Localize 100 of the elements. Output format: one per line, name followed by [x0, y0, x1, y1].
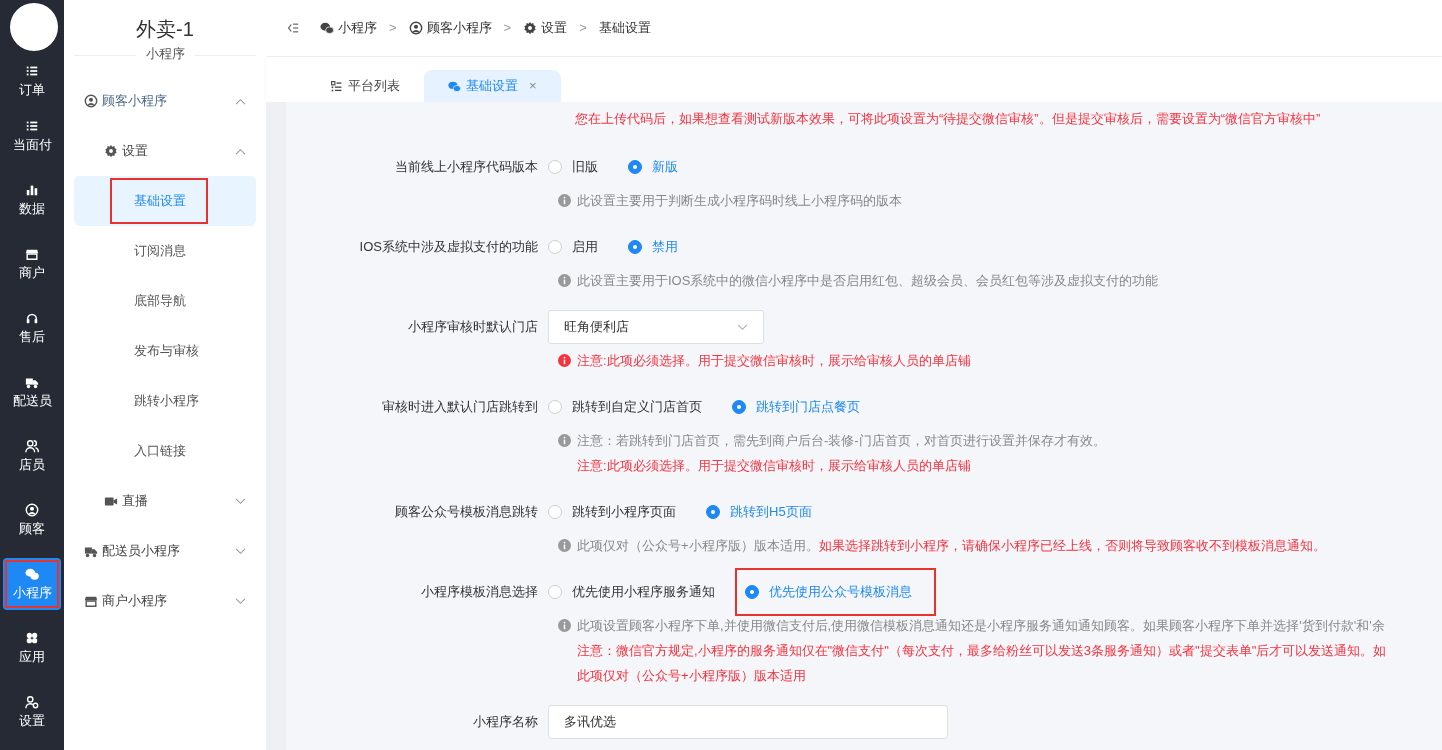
sidebar-item[interactable]: 小程序 [3, 558, 61, 610]
error-icon [558, 354, 571, 367]
radio-option[interactable]: 旧版 [548, 157, 598, 177]
sidebar-label: 售后 [19, 329, 45, 345]
sidebar-item[interactable]: 当面付 [3, 104, 61, 168]
people-icon [25, 439, 39, 453]
sidebar-label: 当面付 [12, 137, 52, 153]
sidebar-item[interactable]: 售后 [3, 296, 61, 360]
menu-group[interactable]: 顾客小程序 [74, 76, 256, 126]
notice-text: 您在上传代码后，如果想查看测试新版本效果，可将此项设置为“待提交微信审核”。但是提交审核后，需要设置为“微信官方审核中” [574, 110, 1322, 128]
tab[interactable]: 平台列表 [306, 70, 424, 102]
field-label: 当前线上小程序代码版本 [394, 158, 539, 177]
radio-option[interactable]: 启用 [548, 237, 598, 257]
menu-group[interactable]: 配送员小程序 [74, 526, 256, 576]
breadcrumb-item[interactable]: 小程序 [320, 18, 377, 38]
submenu-group-label: 直播 [122, 492, 148, 511]
field-label: 顾客公众号模板消息跳转 [394, 503, 539, 522]
sidebar-label: 订单 [19, 82, 45, 98]
breadcrumb-item[interactable]: 设置 [523, 18, 568, 38]
radio-button[interactable] [548, 400, 562, 414]
breadcrumb-item[interactable]: 顾客小程序 [408, 18, 492, 38]
info-icon [558, 274, 571, 287]
headset-icon [25, 311, 39, 325]
radio-button[interactable] [732, 400, 746, 414]
sidebar-item[interactable]: 应用 [3, 616, 61, 680]
sidebar-item[interactable]: 数据 [3, 168, 61, 232]
list-icon [25, 119, 39, 133]
app-title: 外卖-1 [135, 17, 195, 42]
menu-item[interactable]: 订阅消息 [74, 226, 256, 276]
menu-group-label: 配送员小程序 [102, 542, 180, 561]
info-icon [558, 539, 571, 552]
settings-icon [104, 144, 118, 158]
list-icon [25, 64, 39, 78]
chevron-down-icon [737, 323, 748, 331]
breadcrumb-item[interactable]: 基础设置 [598, 18, 651, 38]
user-circle-icon [25, 503, 39, 517]
menu-group-label: 顾客小程序 [102, 92, 167, 111]
sidebar-label: 店员 [19, 457, 45, 473]
hint-text: 注意：若跳转到门店首页，需先到商户后台-装修-门店首页，对首页进行设置并保存才有效。 [577, 432, 1106, 450]
radio-button[interactable] [548, 240, 562, 254]
sidebar-item[interactable]: 设置 [3, 680, 61, 744]
list-icon [330, 79, 343, 93]
submenu-group[interactable]: 直播 [74, 476, 256, 526]
avatar [10, 3, 58, 51]
sidebar-label: 顾客 [19, 521, 45, 537]
chat-bubbles-icon [25, 567, 39, 581]
field-label: IOS系统中涉及虚拟支付的功能 [358, 238, 539, 257]
menu-item[interactable]: 底部导航 [74, 276, 256, 326]
name-input-field[interactable]: 多讯优选 [548, 705, 948, 739]
submenu-group-label: 设置 [122, 142, 148, 161]
radio-button[interactable] [548, 160, 562, 174]
info-icon [558, 194, 571, 207]
radio-button[interactable] [548, 585, 562, 599]
sidebar-item[interactable]: 订单 [3, 52, 61, 104]
user-circle-icon [84, 94, 98, 108]
radio-button[interactable] [628, 160, 642, 174]
menu-group[interactable]: 商户小程序 [74, 576, 256, 626]
tab-label: 基础设置 [466, 77, 518, 96]
radio-button[interactable] [706, 505, 720, 519]
radio-option[interactable]: 优先使用小程序服务通知 [548, 582, 715, 602]
hint-text: 注意：微信官方规定,小程序的服务通知仅在"微信支付"（每次支付，最多给粉丝可以发送3条服务通知）或者"提交表单"后才可以发送通知。如 [577, 642, 1387, 660]
menu-item[interactable]: 入口链接 [74, 426, 256, 476]
field-label: 小程序模板消息选择 [420, 583, 539, 602]
field-label: 审核时进入默认门店跳转到 [381, 398, 539, 417]
radio-option[interactable]: 跳转到小程序页面 [548, 502, 676, 522]
sidebar-item[interactable]: 商户 [3, 232, 61, 296]
shop-icon [25, 247, 39, 261]
hint-text: 此设置主要用于IOS系统中的微信小程序中是否启用红包、超级会员、会员红包等涉及虚拟支付的功能 [577, 272, 1159, 290]
sidebar-label: 商户 [19, 265, 45, 281]
user-gear-icon [25, 695, 39, 709]
hint-text: 此设置主要用于判断生成小程序码时线上小程序码的版本 [577, 192, 902, 210]
hint-text: 此项设置顾客小程序下单,并使用微信支付后,使用微信模板消息通知还是小程序服务通知通知顾客。如果顾客小程序下单并选择'货到付款'和'余 [577, 617, 1385, 635]
hint-text: 此项仅对（公众号+小程序版）版本适用。如果选择跳转到小程序，请确保小程序已经上线，否则将导致顾客收不到模板消息通知。 [577, 537, 1326, 555]
user-circle-icon [408, 21, 423, 35]
breadcrumb-separator: > [579, 19, 587, 38]
collapse-menu-icon[interactable] [286, 21, 300, 35]
field-label: 小程序审核时默认门店 [407, 318, 539, 337]
sidebar-label: 小程序 [12, 585, 52, 601]
menu-item[interactable]: 跳转小程序 [74, 376, 256, 426]
radio-button[interactable] [745, 585, 759, 599]
radio-button[interactable] [548, 505, 562, 519]
submenu-group[interactable]: 设置 [74, 126, 256, 176]
radio-option[interactable]: 跳转到自定义门店首页 [548, 397, 702, 417]
info-icon [558, 619, 571, 632]
info-icon [558, 434, 571, 447]
sidebar-item[interactable]: 顾客 [3, 488, 61, 552]
hint-text: 此项仅对（公众号+小程序版）版本适用 [577, 667, 806, 685]
sidebar-item[interactable]: 配送员 [3, 360, 61, 424]
sidebar-label: 应用 [19, 649, 45, 665]
shop-icon [84, 594, 98, 608]
sidebar-item[interactable]: 店员 [3, 424, 61, 488]
sidebar-label: 数据 [19, 201, 45, 217]
tab-label: 平台列表 [348, 77, 400, 96]
field-label: 小程序名称 [472, 713, 539, 732]
store-select[interactable]: 旺角便利店 [548, 310, 764, 344]
sidebar-label: 设置 [19, 713, 45, 729]
radio-button[interactable] [628, 240, 642, 254]
hint-text: 注意:此项必须选择。用于提交微信审核时，展示给审核人员的单店铺 [577, 457, 971, 475]
four-petal-icon [25, 631, 39, 645]
menu-item[interactable]: 发布与审核 [74, 326, 256, 376]
